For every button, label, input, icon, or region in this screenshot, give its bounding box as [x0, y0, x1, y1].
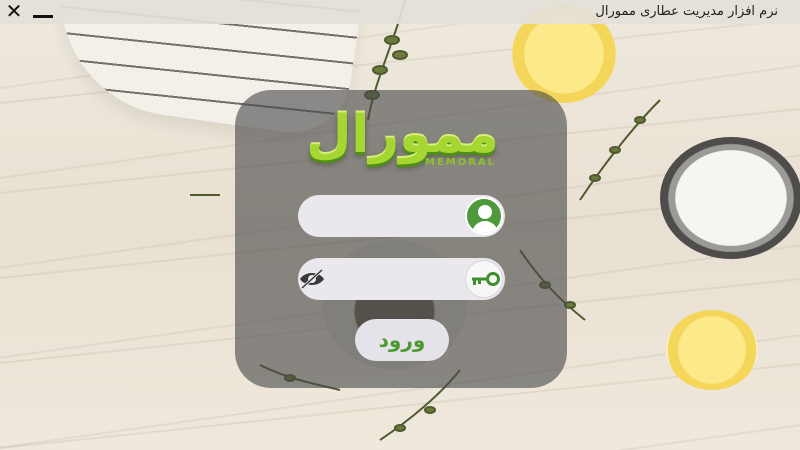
title-bar: ✕ نرم افزار مدیریت عطاری ممورال: [0, 0, 800, 24]
key-icon: [465, 260, 503, 298]
window-title: نرم افزار مدیریت عطاری ممورال: [595, 4, 778, 19]
username-input[interactable]: [312, 195, 461, 239]
logo-text-en: MEMORAL: [425, 157, 497, 168]
minimize-button[interactable]: [33, 2, 55, 20]
close-icon: ✕: [5, 0, 23, 23]
user-icon: [465, 197, 503, 235]
minimize-icon: [33, 15, 53, 18]
logo-text-fa: ممورال: [306, 105, 500, 165]
login-button[interactable]: ورود: [355, 319, 449, 361]
close-button[interactable]: ✕: [4, 1, 24, 21]
app-logo: ممورال MEMORAL: [285, 105, 520, 175]
eye-slash-icon[interactable]: [298, 268, 326, 290]
username-field: [298, 195, 505, 239]
password-input[interactable]: [330, 258, 464, 302]
password-field: [298, 258, 505, 302]
